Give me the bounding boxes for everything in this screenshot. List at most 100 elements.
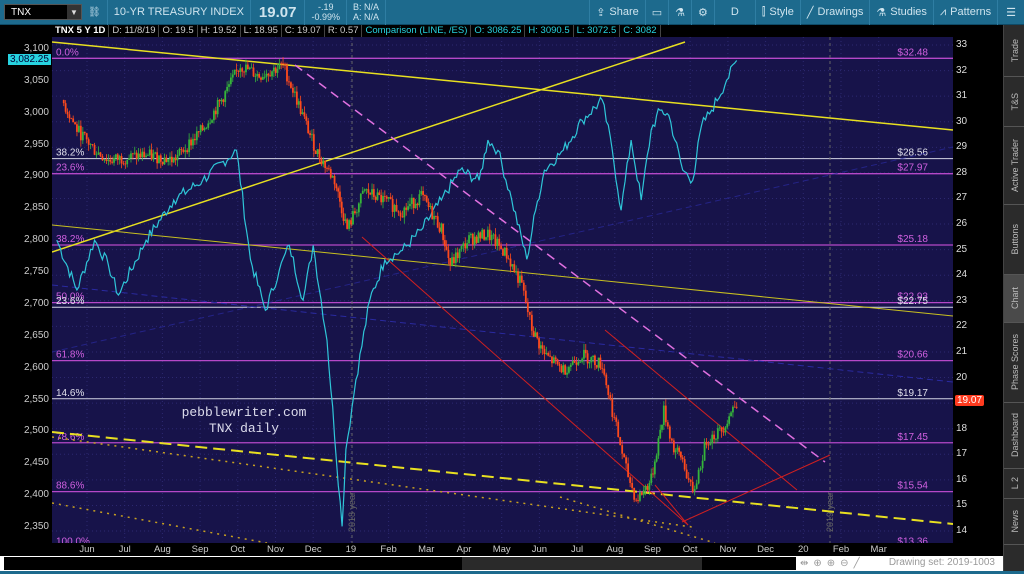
side-tab-label: Buttons (1009, 224, 1020, 255)
ask: A: N/A (353, 12, 380, 22)
side-tab-news[interactable]: News (1004, 499, 1024, 545)
candle-body (422, 191, 425, 195)
fib-pct-label: 61.8% (56, 350, 84, 361)
candle-body (680, 451, 682, 458)
candle-body (407, 206, 409, 210)
side-tab-trade[interactable]: Trade (1004, 25, 1024, 77)
candle-body (367, 189, 370, 193)
zoom-in-icon[interactable]: ⊕ (827, 558, 835, 569)
side-tab-phase-scores[interactable]: Phase Scores (1004, 323, 1024, 403)
candle-body (133, 152, 136, 154)
alert-button[interactable]: ▭ (644, 0, 668, 25)
candle-body (554, 357, 557, 360)
side-tab-dashboard[interactable]: Dashboard (1004, 403, 1024, 469)
candle-body (573, 360, 576, 363)
candle-body (711, 434, 714, 444)
crosshair-icon[interactable]: ⊕ (813, 558, 821, 569)
candle-body (180, 148, 183, 150)
annotation-caption: TNX daily (208, 421, 280, 436)
candle-body (733, 406, 736, 408)
candle-body (730, 412, 732, 417)
candle-body (385, 196, 388, 199)
candle-body (592, 355, 594, 358)
candle-body (280, 63, 283, 65)
period-button[interactable]: D (713, 0, 755, 25)
candle-body (577, 361, 580, 365)
candle-body (201, 125, 204, 131)
candle-body (528, 312, 531, 315)
candle-body (560, 365, 563, 373)
side-tab-buttons[interactable]: Buttons (1004, 205, 1024, 275)
fib-pct-label: 0.0% (56, 47, 79, 58)
candle-body (517, 271, 519, 283)
candle-body (159, 155, 162, 162)
left-axis-tick: 2,500 (23, 425, 49, 437)
candle-body (374, 196, 377, 200)
draw-line-icon[interactable]: ╱ (854, 558, 860, 569)
comparison-label: Comparison (LINE, /ES) (362, 25, 472, 37)
candle-body (401, 216, 404, 218)
candle-body (462, 243, 465, 247)
flask-button[interactable]: ⚗ (668, 0, 691, 25)
link-icon[interactable]: ⛓ (88, 7, 101, 18)
candle-body (97, 152, 100, 155)
candle-body (646, 486, 649, 490)
candle-body (124, 163, 127, 165)
fib-price-label: $13.36 (897, 536, 928, 543)
candle-body (318, 149, 321, 159)
date-tick: Nov (719, 544, 737, 555)
candle-body (536, 332, 539, 339)
candle-body (205, 127, 208, 129)
drawings-button[interactable]: ╱ Drawings (799, 0, 869, 25)
candle-body (278, 63, 281, 69)
side-tab-t-s[interactable]: T&S (1004, 77, 1024, 127)
candle-body (500, 245, 502, 249)
right-axis-tick: 21 (956, 345, 968, 357)
candle-body (167, 159, 170, 162)
candle-body (170, 156, 173, 163)
candle-body (209, 122, 212, 124)
pan-icon[interactable]: ⇹ (800, 558, 808, 569)
candle-body (410, 197, 413, 204)
left-axis-tick: 2,600 (23, 361, 49, 373)
candle-body (233, 69, 236, 75)
candle-body (245, 64, 247, 73)
candle-body (479, 232, 482, 239)
candle-body (458, 249, 461, 259)
share-button[interactable]: ⇪ Share (589, 0, 645, 25)
candle-body (613, 416, 616, 418)
candle-body (231, 74, 234, 78)
zoom-out-icon[interactable]: ⊖ (840, 558, 848, 569)
candle-body (163, 157, 166, 165)
candle-body (241, 68, 244, 72)
menu-button[interactable]: ☰ (997, 0, 1024, 25)
candle-body (547, 353, 550, 356)
side-tab-l-2[interactable]: L 2 (1004, 469, 1024, 499)
scrollbar-thumb[interactable] (462, 557, 702, 570)
candle-body (629, 477, 632, 483)
candle-body (81, 131, 84, 141)
candle-body (443, 240, 446, 247)
style-button[interactable]: ⫿ Style (754, 0, 800, 25)
candle-body (511, 264, 514, 267)
candle-body (161, 161, 164, 165)
side-tab-active-trader[interactable]: Active Trader (1004, 127, 1024, 205)
year-marker-label: 2018 year (347, 492, 357, 532)
drawing-set-selector[interactable]: Drawing set: 2019-1003 (889, 557, 995, 568)
studies-button[interactable]: ⚗ Studies (869, 0, 933, 25)
horizontal-scrollbar[interactable] (4, 557, 796, 570)
symbol-input[interactable]: TNX ▼ (4, 4, 82, 20)
candle-body (566, 372, 568, 375)
candle-body (103, 159, 106, 161)
price-chart[interactable]: 0.0% $32.4838.2% $28.5623.6% $27.9738.2% $25… (52, 37, 953, 543)
patterns-button[interactable]: ⩘ Patterns (932, 0, 997, 25)
left-axis-tick: 2,850 (23, 202, 49, 214)
candle-body (64, 103, 67, 112)
settings-button[interactable]: ⚙ (691, 0, 714, 25)
side-tab-chart[interactable]: Chart (1004, 275, 1024, 323)
candle-body (89, 144, 92, 145)
chevron-down-icon[interactable]: ▼ (67, 5, 81, 19)
candle-body (490, 234, 493, 241)
right-axis-tick: 15 (956, 499, 968, 511)
candle-body (607, 385, 610, 396)
